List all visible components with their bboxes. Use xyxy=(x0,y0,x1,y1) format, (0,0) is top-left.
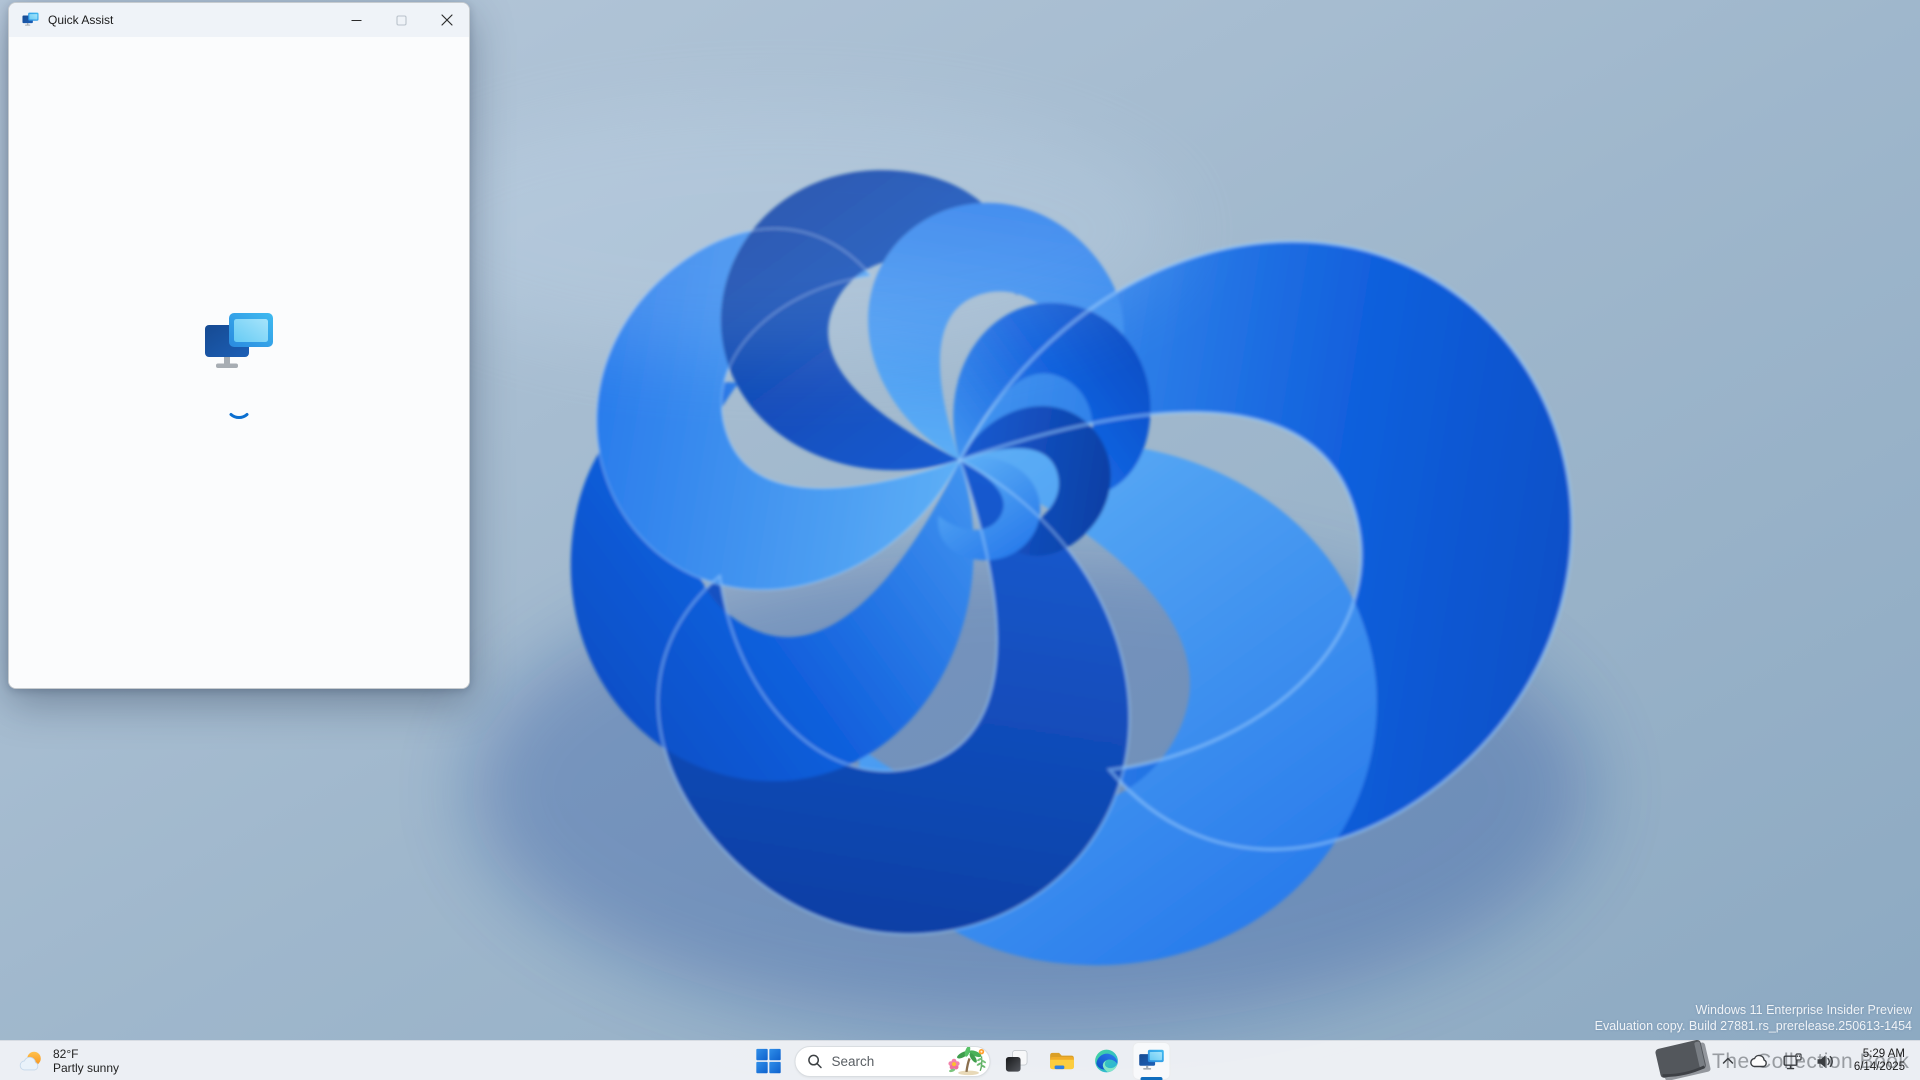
task-view-button[interactable] xyxy=(998,1042,1036,1080)
loading-spinner xyxy=(227,411,251,424)
system-tray: 5:29 AM 6/14/2025 xyxy=(1716,1041,1920,1080)
taskbar: 82°F Partly sunny xyxy=(0,1040,1920,1080)
sun-behind-cloud-icon xyxy=(18,1048,45,1075)
tray-date: 6/14/2025 xyxy=(1854,1061,1905,1073)
caption-buttons xyxy=(334,3,469,37)
window-title: Quick Assist xyxy=(48,13,113,27)
task-view-icon xyxy=(1004,1048,1030,1074)
search-box[interactable] xyxy=(795,1046,991,1077)
taskbar-center xyxy=(750,1041,1171,1080)
close-icon xyxy=(441,14,453,26)
minimize-icon xyxy=(351,15,362,26)
weather-text: 82°F Partly sunny xyxy=(53,1047,119,1075)
search-highlight-illustration-icon xyxy=(946,1047,990,1076)
cloud-icon xyxy=(1749,1054,1769,1068)
weather-widget[interactable]: 82°F Partly sunny xyxy=(10,1041,127,1080)
minimize-button[interactable] xyxy=(334,3,379,37)
quick-assist-window: Quick Assist xyxy=(8,2,470,689)
edge-button[interactable] xyxy=(1088,1042,1126,1080)
maximize-button[interactable] xyxy=(379,3,424,37)
hidden-icons-button[interactable] xyxy=(1716,1044,1740,1078)
windows-logo-icon xyxy=(756,1048,782,1074)
quick-assist-icon xyxy=(22,12,39,28)
book-icon xyxy=(1652,1035,1716,1080)
speaker-icon xyxy=(1816,1054,1834,1069)
evaluation-watermark: Windows 11 Enterprise Insider Preview Ev… xyxy=(1595,1002,1912,1034)
maximize-icon xyxy=(396,15,407,26)
onedrive-button[interactable] xyxy=(1744,1044,1774,1078)
desktop: Windows 11 Enterprise Insider Preview Ev… xyxy=(0,0,1920,1080)
clock[interactable]: 5:29 AM 6/14/2025 xyxy=(1849,1044,1910,1078)
weather-condition: Partly sunny xyxy=(53,1061,119,1075)
search-icon xyxy=(808,1054,823,1069)
file-explorer-button[interactable] xyxy=(1043,1042,1081,1080)
window-titlebar[interactable]: Quick Assist xyxy=(9,3,469,37)
quick-assist-app-logo xyxy=(203,311,275,377)
weather-temperature: 82°F xyxy=(53,1047,119,1061)
watermark-line-2: Evaluation copy. Build 27881.rs_prerelea… xyxy=(1595,1018,1912,1034)
watermark-line-1: Windows 11 Enterprise Insider Preview xyxy=(1595,1002,1912,1018)
edge-icon xyxy=(1094,1048,1120,1074)
search-input[interactable] xyxy=(832,1054,946,1069)
quick-assist-icon xyxy=(1139,1048,1165,1074)
file-explorer-icon xyxy=(1049,1048,1075,1074)
ethernet-network-icon xyxy=(1783,1053,1802,1070)
window-content xyxy=(9,37,469,688)
quick-assist-taskbar-button[interactable] xyxy=(1133,1042,1171,1080)
tray-time: 5:29 AM xyxy=(1863,1048,1905,1060)
chevron-up-icon xyxy=(1721,1055,1735,1067)
volume-button[interactable] xyxy=(1811,1044,1839,1078)
close-button[interactable] xyxy=(424,3,469,37)
start-button[interactable] xyxy=(750,1042,788,1080)
network-button[interactable] xyxy=(1778,1044,1807,1078)
